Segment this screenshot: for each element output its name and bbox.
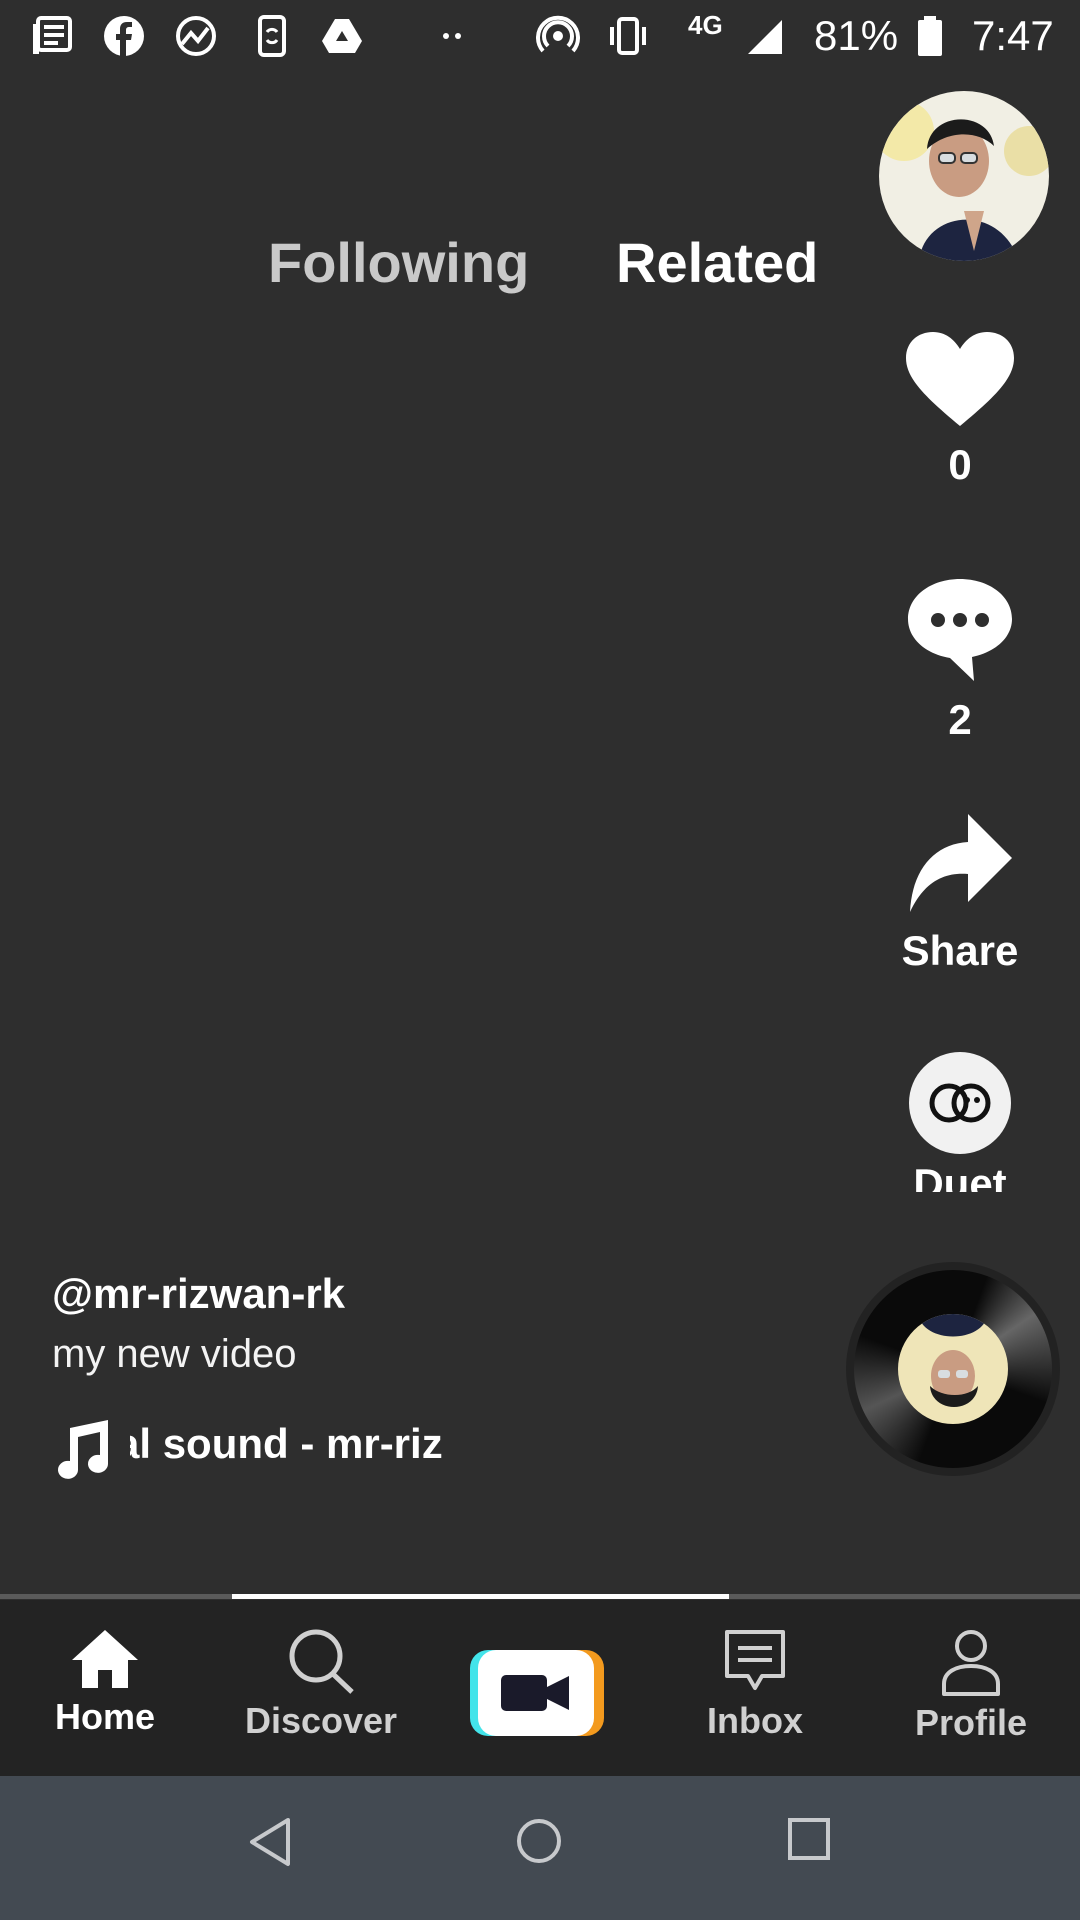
share-button[interactable]: Share [890, 810, 1030, 975]
heart-icon [906, 332, 1014, 426]
disc-avatar [898, 1314, 1008, 1424]
signal-icon [748, 20, 782, 54]
sound-marquee: al sound - mr-riz [130, 1420, 526, 1480]
avatar-photo [879, 91, 1049, 261]
news-icon [33, 16, 72, 54]
comment-count: 2 [948, 696, 972, 743]
create-video-button[interactable] [470, 1650, 604, 1736]
analytics-icon [176, 16, 216, 56]
creator-avatar[interactable] [876, 88, 1052, 264]
nav-home[interactable]: Home [20, 1628, 190, 1738]
vibrate-icon [610, 17, 646, 55]
tab-related[interactable]: Related [616, 230, 818, 295]
share-label: Share [901, 927, 1019, 974]
comment-icon [908, 579, 1012, 681]
nav-inbox[interactable]: Inbox [670, 1628, 840, 1742]
video-progress[interactable] [0, 1594, 1080, 1599]
tab-following[interactable]: Following [268, 230, 529, 295]
hotspot-icon [536, 15, 580, 53]
nav-profile[interactable]: Profile [886, 1628, 1056, 1744]
back-icon[interactable] [246, 1816, 294, 1868]
search-icon [289, 1629, 354, 1694]
more-dots-icon [443, 33, 461, 39]
duet-label: Duet [913, 1160, 1007, 1192]
system-navigation-bar [0, 1776, 1080, 1920]
duet-circle [909, 1052, 1011, 1154]
create-button-face [478, 1650, 594, 1736]
drive-icon [322, 19, 362, 53]
battery-percent: 81% [814, 12, 899, 59]
nav-discover-label: Discover [244, 1700, 398, 1741]
video-username[interactable]: @mr-rizwan-rk [52, 1270, 812, 1318]
battery-icon [918, 16, 942, 56]
sound-row[interactable]: al sound - mr-riz [52, 1416, 512, 1480]
duet-icon [929, 1083, 991, 1123]
nav-profile-label: Profile [914, 1702, 1028, 1743]
sound-title: al sound - mr-riz [130, 1420, 443, 1467]
network-type: 4G [688, 10, 723, 40]
music-note-icon [58, 1420, 108, 1479]
nav-discover[interactable]: Discover [236, 1628, 406, 1742]
comment-button[interactable]: 2 [890, 575, 1030, 744]
status-bar: 4G 81% 7:47 [0, 0, 1080, 72]
video-camera-icon [501, 1675, 569, 1711]
nav-inbox-label: Inbox [707, 1700, 803, 1741]
sound-disc[interactable] [846, 1262, 1060, 1476]
video-description: my new video [52, 1332, 297, 1376]
home-circle-icon[interactable] [514, 1816, 564, 1866]
disc-avatar-photo [898, 1314, 1008, 1424]
video-progress-fill [232, 1594, 729, 1599]
bottom-nav: Home Discover Inbox Profile [0, 1600, 1080, 1776]
profile-person-icon [942, 1630, 1000, 1696]
share-arrow-icon [910, 814, 1012, 912]
facebook-icon [104, 16, 144, 56]
video-caption: @mr-rizwan-rk my new video [52, 1270, 812, 1377]
duet-button[interactable]: Duet [890, 1052, 1030, 1192]
inbox-message-icon [725, 1630, 785, 1690]
like-button[interactable]: 0 [890, 330, 1030, 489]
home-icon [72, 1630, 138, 1688]
recents-square-icon[interactable] [786, 1816, 832, 1862]
nav-home-label: Home [54, 1696, 156, 1737]
like-count: 0 [948, 441, 972, 488]
phone-sync-icon [258, 15, 286, 57]
clock: 7:47 [972, 12, 1054, 59]
